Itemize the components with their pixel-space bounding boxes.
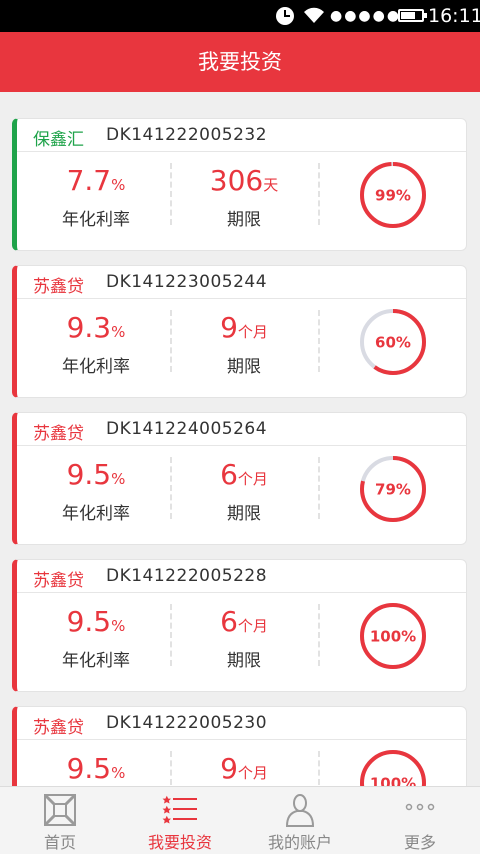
- tab-label: 首页: [43, 833, 76, 852]
- product-id: DK141222005230: [106, 713, 268, 733]
- rate-label: 年化利率: [62, 504, 130, 524]
- rate-value: 9.5: [66, 605, 112, 638]
- card-header: 苏鑫贷 DK141222005228: [17, 560, 466, 593]
- rate-unit: %: [111, 764, 126, 782]
- rate-value: 7.7: [66, 164, 112, 197]
- rate-column: 9.5% 年化利率: [22, 457, 170, 524]
- product-id: DK141222005232: [106, 125, 268, 145]
- product-type: 苏鑫贷: [33, 424, 84, 444]
- battery-icon: [398, 9, 427, 22]
- card-header: 苏鑫贷 DK141222005230: [17, 707, 466, 740]
- term-unit: 个月: [237, 323, 268, 341]
- rate-label: 年化利率: [62, 651, 130, 671]
- product-type: 苏鑫贷: [33, 571, 84, 591]
- rate-unit: %: [111, 323, 126, 341]
- term-label: 期限: [227, 357, 261, 377]
- status-time: 16:11: [428, 5, 480, 27]
- term-value: 6: [220, 458, 238, 491]
- page-title: 我要投资: [198, 50, 282, 74]
- tab-label: 我要投资: [147, 833, 212, 852]
- tab-more[interactable]: 更多: [360, 787, 480, 854]
- rate-value: 9.3: [66, 311, 112, 344]
- term-value: 9: [220, 752, 238, 785]
- term-column: 9个月 期限: [170, 310, 318, 377]
- invest-list-icon: [162, 795, 197, 824]
- card-header: 苏鑫贷 DK141223005244: [17, 266, 466, 299]
- alarm-clock-icon: [276, 7, 294, 25]
- rate-unit: %: [111, 470, 126, 488]
- product-card[interactable]: 苏鑫贷 DK141222005228 9.5% 年化利率 6个月 期限 100%: [12, 559, 467, 692]
- card-header: 苏鑫贷 DK141224005264: [17, 413, 466, 446]
- bottom-tab-bar: 首页 我要投资 我的账户 更多: [0, 786, 480, 854]
- progress-percent: 79%: [375, 481, 411, 499]
- term-unit: 个月: [237, 617, 268, 635]
- product-card[interactable]: 苏鑫贷 DK141224005264 9.5% 年化利率 6个月 期限 79%: [12, 412, 467, 545]
- term-column: 6个月 期限: [170, 457, 318, 524]
- account-person-icon: [285, 794, 315, 827]
- term-value: 6: [220, 605, 238, 638]
- product-id: DK141223005244: [106, 272, 268, 292]
- wifi-icon: [304, 7, 324, 23]
- divider: [318, 310, 320, 372]
- term-unit: 个月: [237, 470, 268, 488]
- tab-home[interactable]: 首页: [0, 787, 120, 854]
- product-card[interactable]: 苏鑫贷 DK141222005230 9.5% 年化利率 9个月 期限 100%: [12, 706, 467, 786]
- progress-ring: 100%: [360, 750, 426, 787]
- tab-invest[interactable]: 我要投资: [120, 787, 240, 854]
- progress-percent: 100%: [370, 775, 416, 787]
- rate-value: 9.5: [66, 458, 112, 491]
- divider: [318, 163, 320, 225]
- more-dots-icon: [405, 803, 435, 811]
- product-type: 苏鑫贷: [33, 718, 84, 738]
- product-card[interactable]: 保鑫汇 DK141222005232 7.7% 年化利率 306天 期限 99%: [12, 118, 467, 251]
- product-type: 苏鑫贷: [33, 277, 84, 297]
- card-header: 保鑫汇 DK141222005232: [17, 119, 466, 152]
- rate-value: 9.5: [66, 752, 112, 785]
- rate-column: 9.5% 年化利率: [22, 751, 170, 786]
- divider: [318, 604, 320, 666]
- rate-column: 9.5% 年化利率: [22, 604, 170, 671]
- rate-column: 9.3% 年化利率: [22, 310, 170, 377]
- term-value: 306: [209, 164, 264, 197]
- term-label: 期限: [227, 504, 261, 524]
- status-bar: ●●●●● 16:11: [0, 0, 480, 32]
- term-unit: 个月: [237, 764, 268, 782]
- progress-ring: 79%: [360, 456, 426, 522]
- tab-account[interactable]: 我的账户: [240, 787, 360, 854]
- product-type: 保鑫汇: [33, 130, 84, 150]
- term-column: 306天 期限: [170, 163, 318, 230]
- rate-unit: %: [111, 176, 126, 194]
- product-id: DK141222005228: [106, 566, 268, 586]
- rate-label: 年化利率: [62, 210, 130, 230]
- rate-label: 年化利率: [62, 357, 130, 377]
- tab-label: 更多: [403, 833, 436, 852]
- term-label: 期限: [227, 651, 261, 671]
- signal-dots-icon: ●●●●●: [330, 8, 402, 24]
- progress-percent: 99%: [375, 187, 411, 205]
- product-card[interactable]: 苏鑫贷 DK141223005244 9.3% 年化利率 9个月 期限 60%: [12, 265, 467, 398]
- divider: [318, 457, 320, 519]
- product-id: DK141224005264: [106, 419, 268, 439]
- term-label: 期限: [227, 210, 261, 230]
- progress-ring: 60%: [360, 309, 426, 375]
- rate-unit: %: [111, 617, 126, 635]
- page-header: 我要投资: [0, 32, 480, 92]
- divider: [318, 751, 320, 786]
- rate-column: 7.7% 年化利率: [22, 163, 170, 230]
- tab-label: 我的账户: [267, 833, 332, 852]
- home-icon: [43, 793, 77, 827]
- progress-percent: 60%: [375, 334, 411, 352]
- product-list[interactable]: 保鑫汇 DK141222005232 7.7% 年化利率 306天 期限 99%…: [0, 92, 480, 786]
- term-column: 6个月 期限: [170, 604, 318, 671]
- progress-percent: 100%: [370, 628, 416, 646]
- term-unit: 天: [263, 176, 279, 194]
- progress-ring: 100%: [360, 603, 426, 669]
- progress-ring: 99%: [360, 162, 426, 228]
- term-column: 9个月 期限: [170, 751, 318, 786]
- term-value: 9: [220, 311, 238, 344]
